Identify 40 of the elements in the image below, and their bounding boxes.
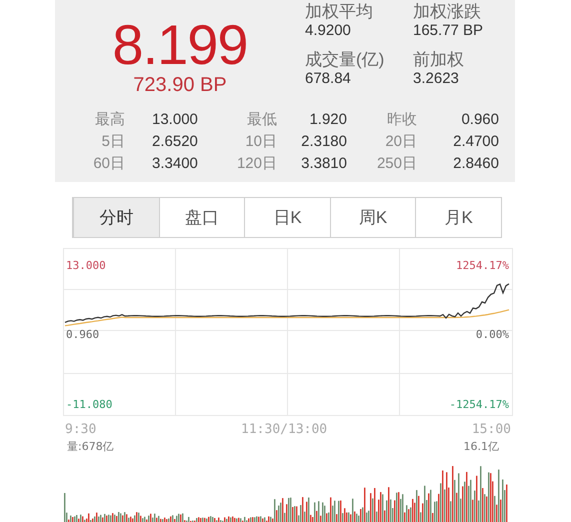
stat-label: 20日: [385, 133, 417, 150]
stat-value: 1.920: [309, 111, 347, 128]
stat-value: 0.960: [461, 111, 499, 128]
time-label: 15:00: [472, 422, 511, 437]
stat-label: 250日: [376, 155, 417, 172]
metric-value: 4.9200: [305, 22, 352, 40]
metric-label: 加权平均: [305, 2, 374, 22]
metric-value: 678.84: [305, 70, 352, 88]
metric-label: 前加权: [413, 50, 465, 70]
stat-label: 120日: [236, 155, 277, 172]
axis-label: 13.000: [66, 259, 106, 272]
axis-label: -1254.17%: [449, 398, 509, 411]
stat-label: 最高: [95, 111, 125, 128]
stat-label: 最低: [247, 111, 277, 128]
axis-label: 1254.17%: [456, 259, 509, 272]
metric-label: 成交量(亿): [305, 50, 386, 70]
time-label: 11:30/13:00: [241, 422, 328, 437]
metric-value: 3.2623: [413, 70, 460, 88]
stat-label: 昨收: [387, 111, 417, 128]
stat-value: 2.3180: [301, 133, 347, 150]
axis-label: -11.080: [66, 398, 112, 411]
stat-value: 2.4700: [453, 133, 499, 150]
volume-total-label: 量:678亿: [67, 439, 114, 454]
stat-value: 13.000: [152, 111, 198, 128]
stat-label: 10日: [245, 133, 277, 150]
axis-label: 0.00%: [476, 328, 509, 341]
stat-value: 3.3810: [301, 155, 347, 172]
stat-label: 5日: [102, 133, 125, 150]
price-value: 8.199: [112, 16, 248, 74]
axis-label: 0.960: [66, 328, 100, 341]
stat-value: 3.3400: [152, 155, 198, 172]
metric-label: 加权涨跌: [413, 2, 482, 22]
volume-max-label: 16.1亿: [464, 439, 499, 454]
time-label: 9:30: [65, 422, 96, 437]
metric-value: 165.77 BP: [413, 22, 484, 40]
stat-value: 2.8460: [453, 155, 499, 172]
price-change: 723.90 BP: [133, 74, 227, 96]
stat-value: 2.6520: [152, 133, 198, 150]
period-tab[interactable]: 分时: [73, 198, 159, 237]
stat-label: 60日: [93, 155, 125, 172]
